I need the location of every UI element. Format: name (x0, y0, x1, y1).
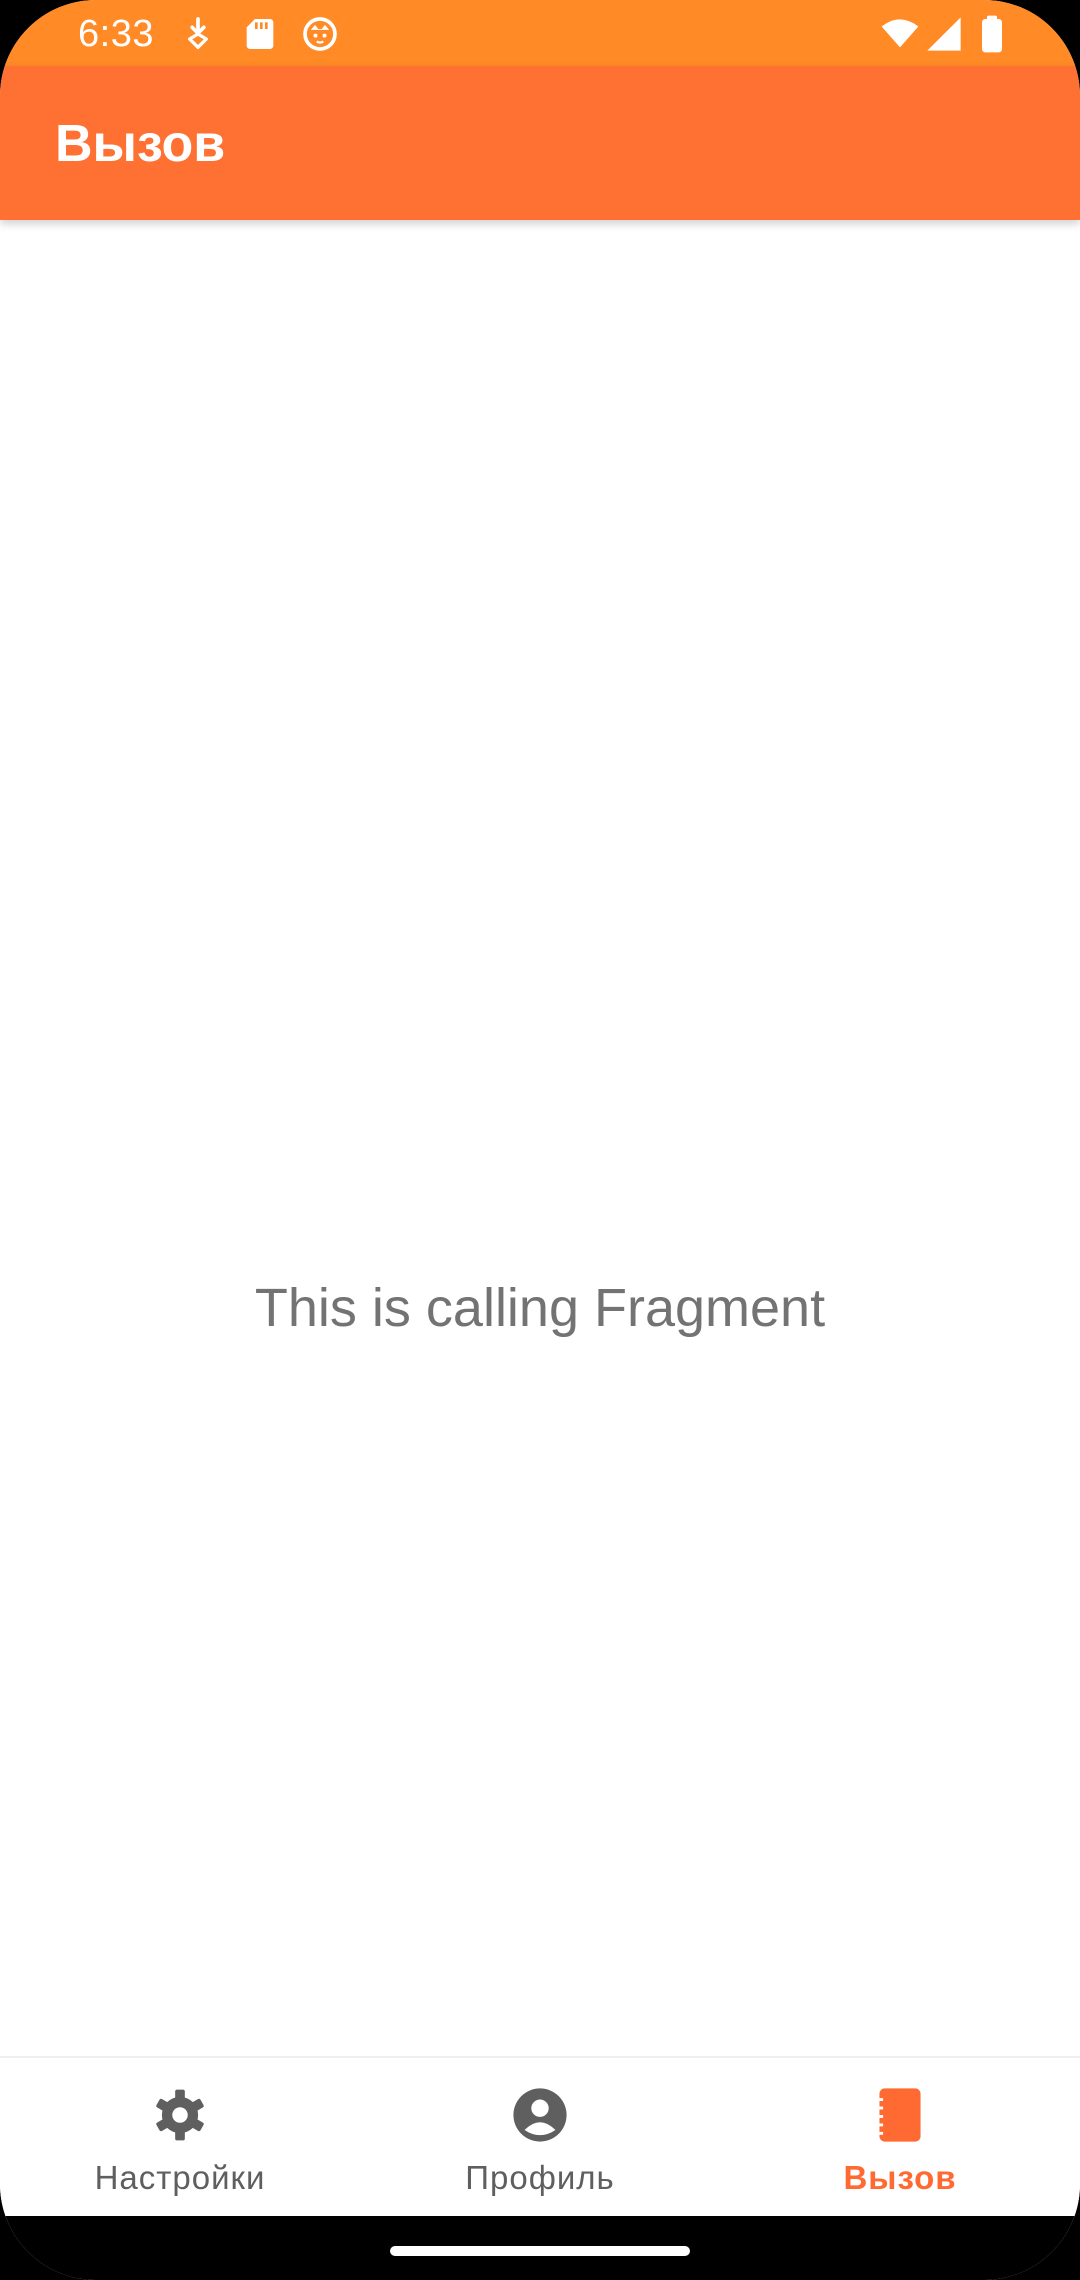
gesture-navigation-area (0, 2216, 1080, 2280)
sd-card-icon (246, 19, 274, 49)
wifi-icon (881, 19, 919, 48)
fragment-content: This is calling Fragment (0, 220, 1080, 2056)
cellular-signal-icon (927, 17, 961, 51)
status-time: 6:33 (78, 13, 154, 55)
fragment-message: This is calling Fragment (254, 1278, 826, 1338)
page-title: Вызов (55, 115, 226, 173)
bottom-navigation: Настройки Профиль Вызов (0, 2056, 1080, 2218)
battery-icon (982, 15, 1002, 53)
home-gesture-handle[interactable] (390, 2246, 690, 2256)
contacts-book-icon (878, 2088, 921, 2142)
app-bar: Вызов (0, 66, 1080, 220)
nav-label-call: Вызов (843, 2159, 957, 2196)
gear-icon (156, 2089, 204, 2141)
nav-item-profile[interactable]: Профиль (360, 2058, 720, 2218)
cat-face-icon (303, 17, 337, 51)
nav-label-settings: Настройки (94, 2159, 266, 2196)
nav-item-call[interactable]: Вызов (720, 2058, 1080, 2218)
status-bar: 6:33 (0, 0, 1080, 66)
download-icon (188, 17, 208, 49)
nav-label-profile: Профиль (465, 2159, 615, 2196)
app-screen: 6:33 Вызов This is calling Fragment Наст… (0, 0, 1080, 2280)
nav-item-settings[interactable]: Настройки (0, 2058, 360, 2218)
account-circle-icon (513, 2088, 567, 2142)
